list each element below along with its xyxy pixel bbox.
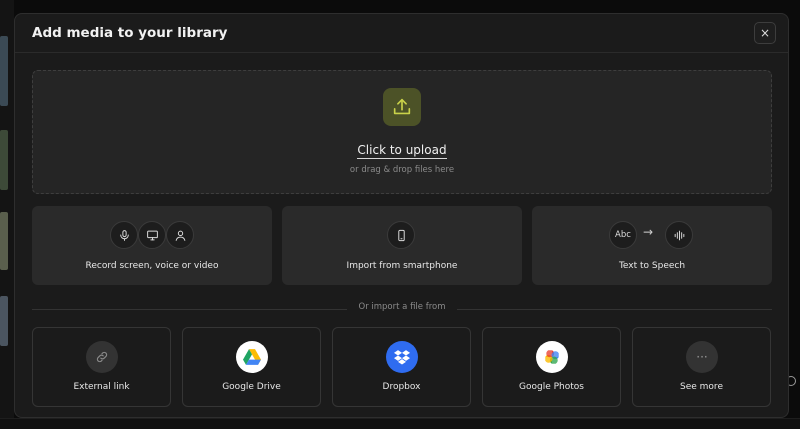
header-divider xyxy=(15,52,788,53)
soundwave-icon xyxy=(665,221,693,249)
text-to-speech-card[interactable]: Abc → Text to Speech xyxy=(532,206,772,285)
person-icon xyxy=(166,221,194,249)
import-divider-text: Or import a file from xyxy=(358,302,446,312)
background-timeline xyxy=(0,418,800,429)
source-label: See more xyxy=(680,382,723,392)
dialog-title: Add media to your library xyxy=(32,25,228,41)
more-dots-icon: ··· xyxy=(686,341,718,373)
text-to-speech-label: Text to Speech xyxy=(618,261,686,271)
upload-icon xyxy=(383,88,421,126)
add-media-dialog: Add media to your library × Click to upl… xyxy=(14,13,789,418)
link-icon xyxy=(86,341,118,373)
source-label: External link xyxy=(73,382,130,392)
abc-icon: Abc xyxy=(609,221,637,249)
source-external-link[interactable]: External link xyxy=(32,327,171,407)
import-smartphone-label: Import from smartphone xyxy=(346,261,458,271)
source-label: Google Drive xyxy=(222,382,281,392)
source-label: Dropbox xyxy=(382,382,421,392)
source-dropbox[interactable]: Dropbox xyxy=(332,327,471,407)
background-sidebar xyxy=(0,0,14,429)
source-google-drive[interactable]: Google Drive xyxy=(182,327,321,407)
background-thumbnail xyxy=(0,296,8,346)
background-thumbnail xyxy=(0,130,8,190)
import-divider: Or import a file from xyxy=(32,302,772,316)
google-drive-icon xyxy=(236,341,268,373)
smartphone-icon xyxy=(387,221,415,249)
microphone-icon xyxy=(110,221,138,249)
record-option-label: Record screen, voice or video xyxy=(85,261,219,271)
background-thumbnail xyxy=(0,36,8,106)
source-see-more[interactable]: ··· See more xyxy=(632,327,771,407)
google-photos-icon xyxy=(536,341,568,373)
arrow-right-icon: → xyxy=(643,225,654,239)
upload-subtitle: or drag & drop files here xyxy=(349,165,455,175)
import-smartphone-card[interactable]: Import from smartphone xyxy=(282,206,522,285)
background-thumbnail xyxy=(0,212,8,270)
source-label: Google Photos xyxy=(519,382,584,392)
close-button[interactable]: × xyxy=(754,22,776,44)
source-google-photos[interactable]: Google Photos xyxy=(482,327,621,407)
dropbox-icon xyxy=(386,341,418,373)
close-icon: × xyxy=(759,26,771,40)
record-option-card[interactable]: Record screen, voice or video xyxy=(32,206,272,285)
click-to-upload-link[interactable]: Click to upload xyxy=(33,143,771,159)
monitor-icon xyxy=(138,221,166,249)
upload-dropzone[interactable]: Click to upload or drag & drop files her… xyxy=(32,70,772,194)
